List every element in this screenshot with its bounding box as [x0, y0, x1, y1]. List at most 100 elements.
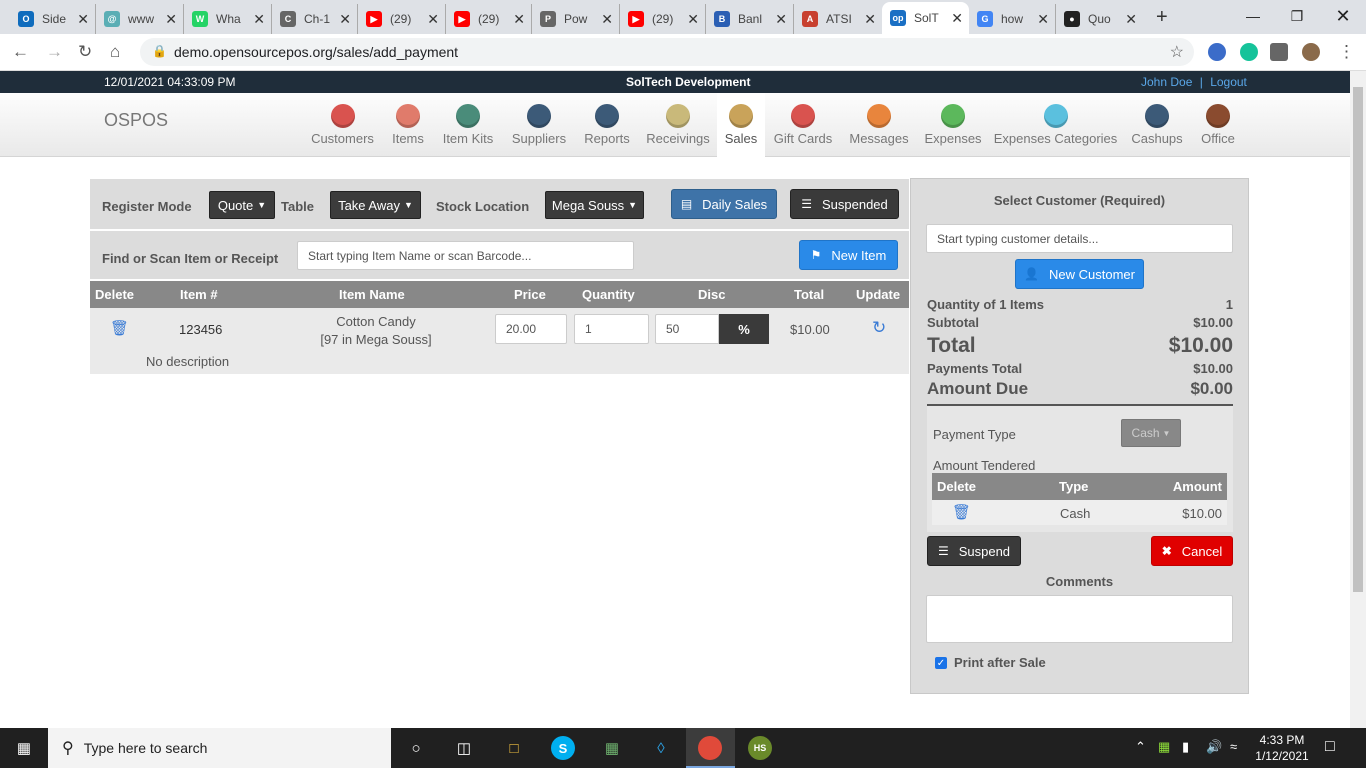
item-search-input[interactable]: Start typing Item Name or scan Barcode..… [297, 241, 634, 270]
payment-type-dropdown[interactable]: Cash ▼ [1121, 419, 1181, 447]
stock-location-dropdown[interactable]: Mega Souss ▼ [545, 191, 644, 219]
nav-item-expenses-categories[interactable]: Expenses Categories [990, 93, 1121, 157]
skype-icon[interactable]: S [551, 736, 575, 760]
quantity-input[interactable]: 1 [574, 314, 649, 344]
refresh-icon[interactable]: ↻ [872, 318, 886, 338]
extension-icon[interactable] [1208, 43, 1226, 61]
browser-tab[interactable]: P Pow ✕ [532, 4, 620, 34]
hs-app-icon[interactable]: HS [748, 736, 772, 760]
browser-tab[interactable]: W Wha ✕ [184, 4, 272, 34]
nav-item-gift-cards[interactable]: Gift Cards [767, 93, 839, 157]
nav-item-sales[interactable]: Sales [717, 93, 765, 157]
tab-close-icon[interactable]: ✕ [339, 11, 351, 28]
notification-icon[interactable]: □ [1325, 738, 1335, 756]
customer-search-input[interactable]: Start typing customer details... [926, 224, 1233, 253]
new-tab-button[interactable]: + [1156, 6, 1168, 29]
nav-item-customers[interactable]: Customers [305, 93, 380, 157]
tab-close-icon[interactable]: ✕ [165, 11, 177, 28]
tab-close-icon[interactable]: ✕ [513, 11, 525, 28]
tab-close-icon[interactable]: ✕ [601, 11, 613, 28]
table-dropdown[interactable]: Take Away ▼ [330, 191, 421, 219]
suspend-button[interactable]: ☰ Suspend [927, 536, 1021, 566]
register-mode-dropdown[interactable]: Quote ▼ [209, 191, 275, 219]
tray-app-icon[interactable]: ▦ [1158, 739, 1170, 755]
url-field[interactable]: 🔒 demo.opensourcepos.org/sales/add_payme… [140, 38, 1194, 66]
nav-item-expenses[interactable]: Expenses [917, 93, 989, 157]
nav-item-suppliers[interactable]: Suppliers [505, 93, 573, 157]
home-icon[interactable]: ⌂ [110, 42, 120, 62]
browser-tab[interactable]: B Banl ✕ [706, 4, 794, 34]
nav-item-items[interactable]: Items [383, 93, 433, 157]
new-item-button[interactable]: ⚑ New Item [799, 240, 898, 270]
nav-item-messages[interactable]: Messages [842, 93, 916, 157]
wifi-icon[interactable]: ≈ [1230, 739, 1237, 754]
user-link[interactable]: John Doe [1141, 75, 1192, 89]
menu-icon[interactable]: ⋮ [1338, 42, 1355, 62]
battery-icon[interactable]: ▮ [1182, 739, 1189, 755]
browser-tab[interactable]: A ATSI ✕ [794, 4, 882, 34]
daily-sales-button[interactable]: ▤ Daily Sales [671, 189, 777, 219]
reload-icon[interactable]: ↻ [78, 42, 92, 62]
browser-tab[interactable]: ▶ (29) ✕ [620, 4, 706, 34]
browser-tab[interactable]: C Ch-1 ✕ [272, 4, 358, 34]
taskbar-clock[interactable]: 4:33 PM 1/12/2021 [1252, 732, 1312, 764]
tab-close-icon[interactable]: ✕ [253, 11, 265, 28]
nav-item-reports[interactable]: Reports [578, 93, 636, 157]
tab-close-icon[interactable]: ✕ [1125, 11, 1137, 28]
trash-icon[interactable]: 🗑 [110, 319, 129, 337]
nav-item-office[interactable]: Office [1190, 93, 1246, 157]
scrollbar-thumb[interactable] [1353, 87, 1363, 592]
file-explorer-icon[interactable]: □ [502, 736, 526, 760]
trash-icon[interactable]: 🗑 [952, 503, 971, 521]
discount-input[interactable]: 50 [655, 314, 719, 344]
browser-tab[interactable]: ▶ (29) ✕ [358, 4, 446, 34]
profile-avatar[interactable] [1302, 43, 1320, 61]
tab-close-icon[interactable]: ✕ [77, 11, 89, 28]
company-name: SolTech Development [626, 75, 751, 89]
chrome-taskbar-item[interactable] [686, 728, 735, 768]
brand-logo[interactable]: OSPOS [104, 110, 168, 131]
vscode-icon[interactable]: ◊ [649, 736, 673, 760]
browser-tab[interactable]: O Side ✕ [10, 4, 96, 34]
nav-item-receivings[interactable]: Receivings [641, 93, 715, 157]
notepad-icon[interactable]: ▦ [600, 736, 624, 760]
tab-close-icon[interactable]: ✕ [864, 11, 876, 28]
new-customer-button[interactable]: 👤 New Customer [1015, 259, 1144, 289]
browser-tab[interactable]: @ www ✕ [96, 4, 184, 34]
minimize-button[interactable]: — [1230, 0, 1276, 32]
volume-icon[interactable]: 🔊 [1206, 739, 1222, 755]
tab-close-icon[interactable]: ✕ [1037, 11, 1049, 28]
logout-link[interactable]: Logout [1210, 75, 1247, 89]
browser-tab[interactable]: op SolT ✕ [882, 2, 969, 34]
back-icon[interactable]: ← [12, 42, 29, 62]
cancel-button[interactable]: ✖ Cancel [1151, 536, 1233, 566]
task-view-icon[interactable]: ◫ [452, 736, 476, 760]
bookmark-star-icon[interactable]: ☆ [1170, 42, 1184, 62]
grammarly-icon[interactable] [1240, 43, 1258, 61]
cortana-icon[interactable]: ○ [404, 736, 428, 760]
print-checkbox[interactable]: ✓ [935, 657, 947, 669]
tab-close-icon[interactable]: ✕ [687, 11, 699, 28]
col-total: Total [794, 287, 825, 302]
page-scrollbar[interactable] [1350, 71, 1366, 728]
discount-type-toggle[interactable]: % [719, 314, 769, 344]
close-window-button[interactable]: ✕ [1320, 0, 1366, 32]
chevron-up-icon[interactable]: ⌃ [1135, 739, 1146, 755]
puzzle-icon[interactable] [1270, 43, 1288, 61]
nav-item-cashups[interactable]: Cashups [1125, 93, 1189, 157]
browser-tab[interactable]: ▶ (29) ✕ [446, 4, 532, 34]
browser-tab[interactable]: ● Quo ✕ [1056, 4, 1143, 34]
suspended-button[interactable]: ☰ Suspended [790, 189, 899, 219]
tab-close-icon[interactable]: ✕ [775, 11, 787, 28]
tab-close-icon[interactable]: ✕ [427, 11, 439, 28]
windows-start-icon[interactable]: ▦ [12, 736, 36, 760]
restore-button[interactable]: ❐ [1274, 0, 1320, 32]
comments-textarea[interactable] [926, 595, 1233, 643]
forward-icon[interactable]: → [46, 42, 63, 62]
price-input[interactable]: 20.00 [495, 314, 567, 344]
browser-tab[interactable]: Ghow ✕ [969, 4, 1056, 34]
tab-close-icon[interactable]: ✕ [951, 10, 963, 27]
nav-item-item-kits[interactable]: Item Kits [436, 93, 500, 157]
taskbar-search-box[interactable]: ⚲ Type here to search [48, 728, 391, 768]
item-name[interactable]: Cotton Candy [276, 313, 476, 331]
